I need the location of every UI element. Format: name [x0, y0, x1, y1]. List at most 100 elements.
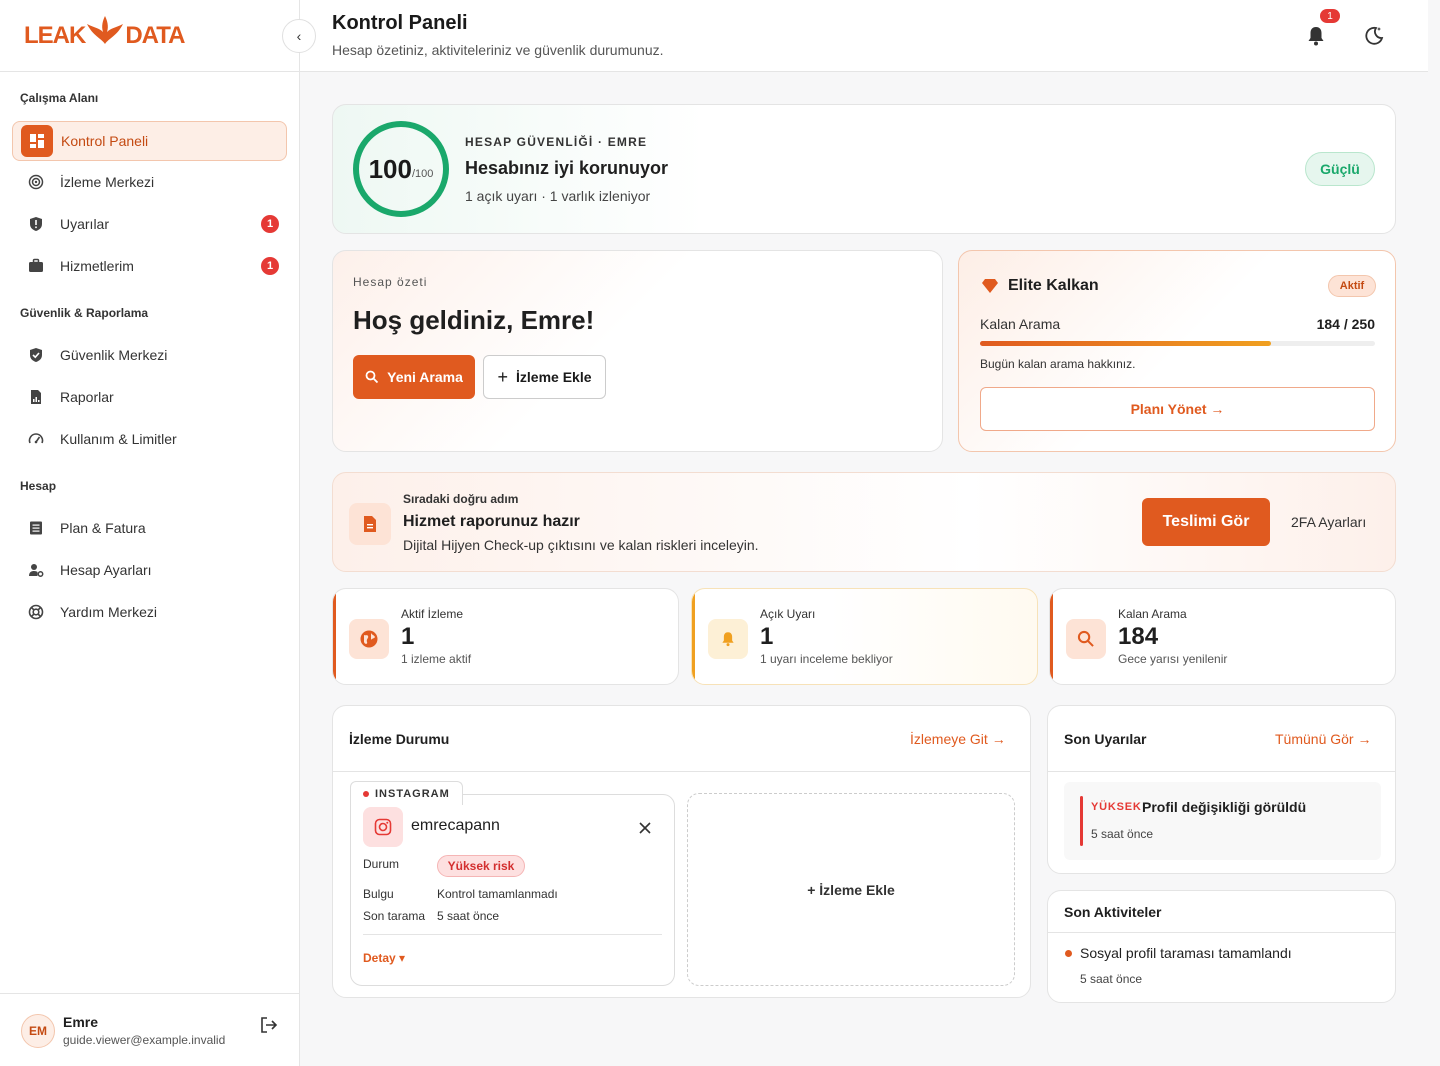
sidebar-item-help[interactable]: Yardım Merkezi [12, 592, 287, 632]
risk-badge: Yüksek risk [437, 855, 525, 877]
alert-severity-bar [1080, 796, 1083, 846]
status-badge: Güçlü [1305, 152, 1375, 186]
activities-title: Son Aktiviteler [1064, 904, 1162, 920]
sidebar-item-services[interactable]: Hizmetlerim 1 [12, 246, 287, 286]
recent-activities-card: Son Aktiviteler Sosyal profil taraması t… [1047, 890, 1396, 1003]
section-title-workspace: Çalışma Alanı [20, 91, 99, 105]
logo-area: LEAK DATA [0, 0, 299, 72]
security-score: 100 [368, 153, 412, 184]
manage-plan-button[interactable]: Planı Yönet → [980, 387, 1375, 431]
monitoring-title: İzleme Durumu [349, 731, 450, 747]
sidebar-item-label: Kullanım & Limitler [60, 431, 177, 447]
finding-label: Bulgu [363, 887, 394, 901]
sidebar-item-monitoring[interactable]: İzleme Merkezi [12, 162, 287, 202]
sidebar-item-label: Uyarılar [60, 216, 110, 232]
briefcase-icon [20, 250, 52, 282]
go-to-monitoring-link[interactable]: İzlemeye Git → [910, 731, 1006, 747]
chevron-left-icon: ‹ [296, 28, 302, 44]
sidebar-item-security-center[interactable]: Güvenlik Merkezi [12, 335, 287, 375]
2fa-settings-link[interactable]: 2FA Ayarları [1291, 514, 1366, 530]
last-scan-label: Son tarama [363, 909, 426, 923]
add-monitor-placeholder[interactable]: + İzleme Ekle [687, 793, 1015, 986]
security-label: HESAP GÜVENLİĞİ · EMRE [465, 135, 648, 149]
user-panel: EM Emre guide.viewer@example.invalid [0, 993, 299, 1066]
security-subtitle: 1 açık uyarı · 1 varlık izleniyor [465, 188, 651, 204]
view-all-alerts-link[interactable]: Tümünü Gör → [1275, 731, 1371, 747]
brand-name-left: LEAK [24, 22, 86, 49]
shield-check-icon [20, 339, 52, 371]
monitoring-header: İzleme Durumu İzlemeye Git → [333, 706, 1030, 772]
platform-label: INSTAGRAM [375, 787, 450, 800]
monitor-username: emrecapann [411, 817, 500, 834]
alert-level: YÜKSEK [1091, 801, 1142, 813]
sidebar-item-account-settings[interactable]: Hesap Ayarları [12, 550, 287, 590]
logout-icon[interactable] [258, 1014, 280, 1036]
report-icon [20, 381, 52, 413]
usage-progress-bar [980, 341, 1375, 346]
phoenix-icon [87, 16, 124, 44]
stat-sub: 1 uyarı inceleme bekliyor [760, 652, 893, 666]
finding-value: Kontrol tamamlanmadı [437, 887, 558, 901]
plan-status-badge: Aktif [1328, 275, 1376, 297]
sidebar-item-billing[interactable]: Plan & Fatura [12, 508, 287, 548]
new-search-button[interactable]: Yeni Arama [353, 355, 475, 399]
stat-value: 1 [401, 623, 415, 650]
add-monitor-button[interactable]: + İzleme Ekle [483, 355, 606, 399]
bell-icon [708, 619, 748, 659]
alert-time: 5 saat önce [1091, 827, 1154, 841]
stat-value: 1 [760, 623, 774, 650]
security-score-ring: 100/100 [353, 121, 449, 217]
sidebar-item-label: İzleme Merkezi [60, 174, 155, 190]
alerts-header: Son Uyarılar Tümünü Gör → [1048, 706, 1395, 772]
sidebar-item-usage[interactable]: Kullanım & Limitler [12, 419, 287, 459]
next-step-title: Hizmet raporunuz hazır [403, 513, 580, 530]
invoice-icon [20, 512, 52, 544]
welcome-card: Hesap özeti Hoş geldiniz, Emre! Yeni Ara… [332, 250, 943, 452]
sidebar-item-reports[interactable]: Raporlar [12, 377, 287, 417]
search-icon [365, 370, 379, 384]
sidebar-item-label: Raporlar [60, 389, 114, 405]
new-search-label: Yeni Arama [387, 369, 463, 385]
usage-progress-fill [980, 341, 1271, 346]
sidebar-collapse-button[interactable]: ‹ [282, 19, 316, 53]
activity-dot [1065, 950, 1072, 957]
alert-item[interactable]: YÜKSEK Profil değişikliği görüldü 5 saat… [1064, 782, 1381, 860]
close-icon[interactable] [638, 821, 652, 835]
user-settings-icon [20, 554, 52, 586]
avatar[interactable]: EM [21, 1014, 55, 1048]
dark-mode-toggle-icon[interactable] [1362, 24, 1386, 48]
welcome-label: Hesap özeti [353, 275, 428, 289]
brand-logo[interactable]: LEAK DATA [24, 16, 185, 50]
plan-card: Elite Kalkan Aktif Kalan Arama 184 / 250… [958, 250, 1396, 452]
shield-alert-icon [20, 208, 52, 240]
detail-toggle[interactable]: Detay ▾ [363, 951, 405, 965]
monitor-item-card: emrecapann Durum Yüksek risk Bulgu Kontr… [350, 794, 675, 986]
notification-badge: 1 [1320, 9, 1340, 23]
activities-header: Son Aktiviteler [1048, 891, 1395, 933]
monitoring-card: İzleme Durumu İzlemeye Git → INSTAGRAM e… [332, 705, 1031, 998]
brand-name-right: DATA [125, 22, 185, 49]
activity-time: 5 saat önce [1080, 972, 1143, 986]
notification-bell-icon[interactable] [1304, 24, 1328, 48]
lifebuoy-icon [20, 596, 52, 628]
dashboard-icon [21, 125, 53, 157]
welcome-title: Hoş geldiniz, Emre! [353, 305, 595, 335]
recent-alerts-card: Son Uyarılar Tümünü Gör → YÜKSEK Profil … [1047, 705, 1396, 874]
status-dot [363, 790, 369, 797]
sidebar-item-dashboard[interactable]: Kontrol Paneli [12, 121, 287, 161]
instagram-icon [363, 807, 403, 847]
view-delivery-button[interactable]: Teslimi Gör [1142, 498, 1270, 546]
next-step-label: Sıradaki doğru adım [403, 492, 519, 506]
divider [363, 934, 662, 935]
next-step-desc: Dijital Hijyen Check-up çıktısını ve kal… [403, 537, 759, 553]
stat-accent-bar [333, 589, 336, 684]
usage-label: Kalan Arama [980, 316, 1061, 332]
section-title-security: Güvenlik & Raporlama [20, 306, 149, 320]
usage-note: Bugün kalan arama hakkınız. [980, 357, 1136, 371]
alerts-count-badge: 1 [261, 215, 279, 233]
sidebar: LEAK DATA Çalışma Alanı Kontrol Paneli İ… [0, 0, 300, 1066]
sidebar-item-alerts[interactable]: Uyarılar 1 [12, 204, 287, 244]
platform-tab: INSTAGRAM [350, 781, 463, 805]
page-subtitle: Hesap özetiniz, aktiviteleriniz ve güven… [332, 42, 664, 58]
sidebar-item-label: Yardım Merkezi [60, 604, 157, 620]
